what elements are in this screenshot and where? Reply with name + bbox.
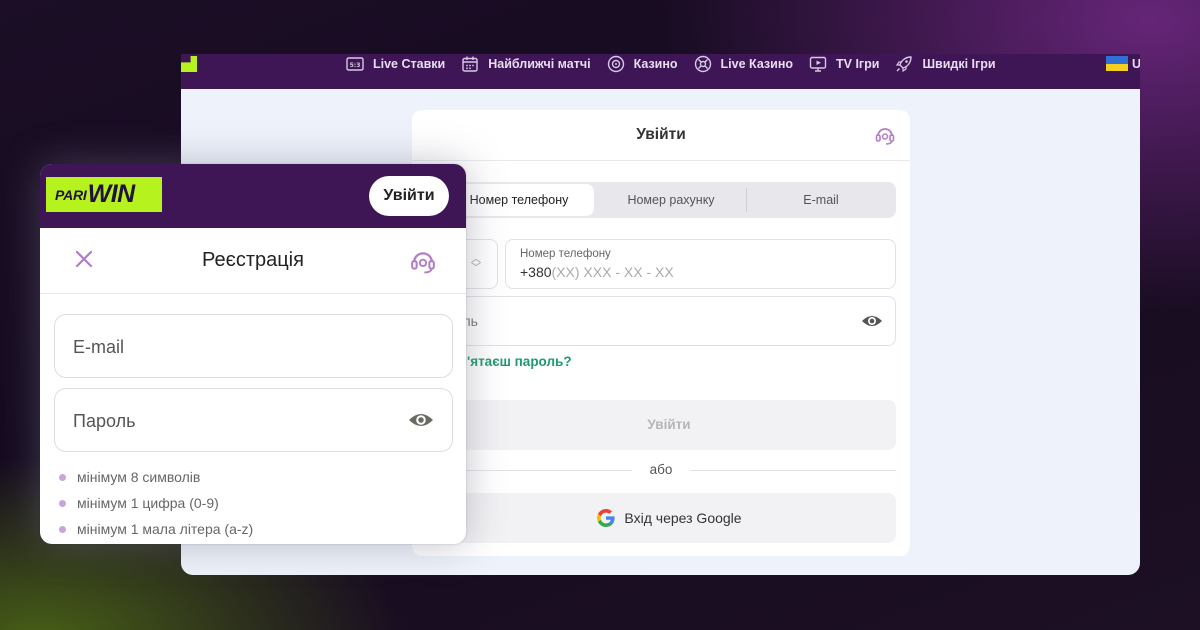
bullet-icon [59,499,66,507]
phone-value: +380(XX) XXX - XX - XX [520,264,674,280]
list-item: мінімум 1 мала літера (a-z) [59,516,253,542]
login-method-tabs: Номер телефону Номер рахунку E-mail [442,182,896,218]
svg-text:5:3: 5:3 [350,62,361,69]
bullet-icon [59,525,66,533]
mobile-header: PARI WIN Увійти [40,164,466,228]
tv-icon [809,56,827,72]
mobile-registration-window: PARI WIN Увійти Реєстрація E-mail Пароль … [40,164,466,544]
password-rules: мінімум 8 символів мінімум 1 цифра (0-9)… [59,464,253,542]
tab-email[interactable]: E-mail [746,182,896,218]
forgot-password-link[interactable]: м'ятаєш пароль? [457,354,572,369]
roulette-icon [607,55,624,73]
rocket-icon [896,56,913,73]
nav-label: Швидкі Ігри [922,57,996,71]
nav-label: Live Казино [720,57,794,71]
logo-pari: PARI [55,186,87,203]
registration-title-bar: Реєстрація [40,228,466,294]
list-item: мінімум 8 символів [59,464,253,490]
site-logo[interactable] [181,56,197,72]
password-input[interactable]: оль [442,296,896,346]
support-headset-icon[interactable] [409,247,437,275]
pariwin-logo[interactable]: PARI WIN [46,177,162,212]
phone-label: Номер телефону [520,248,611,260]
ukraine-flag-icon[interactable] [1106,56,1128,71]
submit-login-button[interactable]: Увійти [442,400,896,450]
list-item: мінімум 1 цифра (0-9) [59,490,253,516]
password-field[interactable]: Пароль [54,388,453,452]
scoreboard-icon: 5:3 [346,57,364,71]
or-divider-right [690,470,896,471]
nav-item-live-bets[interactable]: 5:3 Live Ставки [346,55,445,73]
bullet-icon [59,473,66,481]
rule-text: мінімум 1 цифра (0-9) [77,495,219,511]
eye-icon[interactable] [861,311,883,331]
nav-item-casino[interactable]: Казино [607,55,678,73]
login-card: Увійти Номер телефону Номер рахунку E-ma… [412,110,910,556]
nav-label: Казино [633,57,678,71]
nav-label: Live Ставки [373,57,446,71]
phone-input[interactable]: Номер телефону +380(XX) XXX - XX - XX [505,239,896,289]
phone-prefix: +380 [520,264,552,280]
google-label: Вхід через Google [624,510,742,526]
login-title: Увійти [636,126,686,143]
calendar-icon [462,56,478,72]
roulette-live-icon [694,55,711,73]
login-button[interactable]: Увійти [369,176,449,216]
divider [412,160,910,161]
rule-text: мінімум 8 символів [77,469,201,485]
tab-phone[interactable]: Номер телефону [444,184,594,216]
or-label: або [649,462,673,477]
google-icon [597,509,616,527]
eye-icon[interactable] [407,408,435,432]
nav-items: 5:3 Live Ставки Найближчі матчі Казино L… [346,54,1012,74]
nav-label: TV Ігри [836,57,880,71]
logo-win: WIN [87,180,136,208]
support-headset-icon[interactable] [874,124,896,146]
rule-text: мінімум 1 мала літера (a-z) [77,521,254,537]
page-title: Реєстрація [202,249,304,271]
language-label[interactable]: U [1132,57,1140,71]
top-nav: 5:3 Live Ставки Найближчі матчі Казино L… [181,54,1140,89]
phone-mask: (XX) XXX - XX - XX [551,264,674,280]
tab-account[interactable]: Номер рахунку [596,182,746,218]
nav-item-live-casino[interactable]: Live Казино [694,55,793,73]
nav-label: Найближчі матчі [488,57,591,71]
password-placeholder: Пароль [73,411,136,431]
email-field[interactable]: E-mail [54,314,453,378]
nav-item-fast-games[interactable]: Швидкі Ігри [895,55,996,73]
nav-item-upcoming-matches[interactable]: Найближчі матчі [461,55,591,73]
sort-arrows-icon: ︿ ﹀ [471,254,481,274]
nav-item-tv-games[interactable]: TV Ігри [809,55,879,73]
email-placeholder: E-mail [73,337,125,357]
google-login-button[interactable]: Вхід через Google [442,493,896,543]
or-divider-left [442,470,632,471]
